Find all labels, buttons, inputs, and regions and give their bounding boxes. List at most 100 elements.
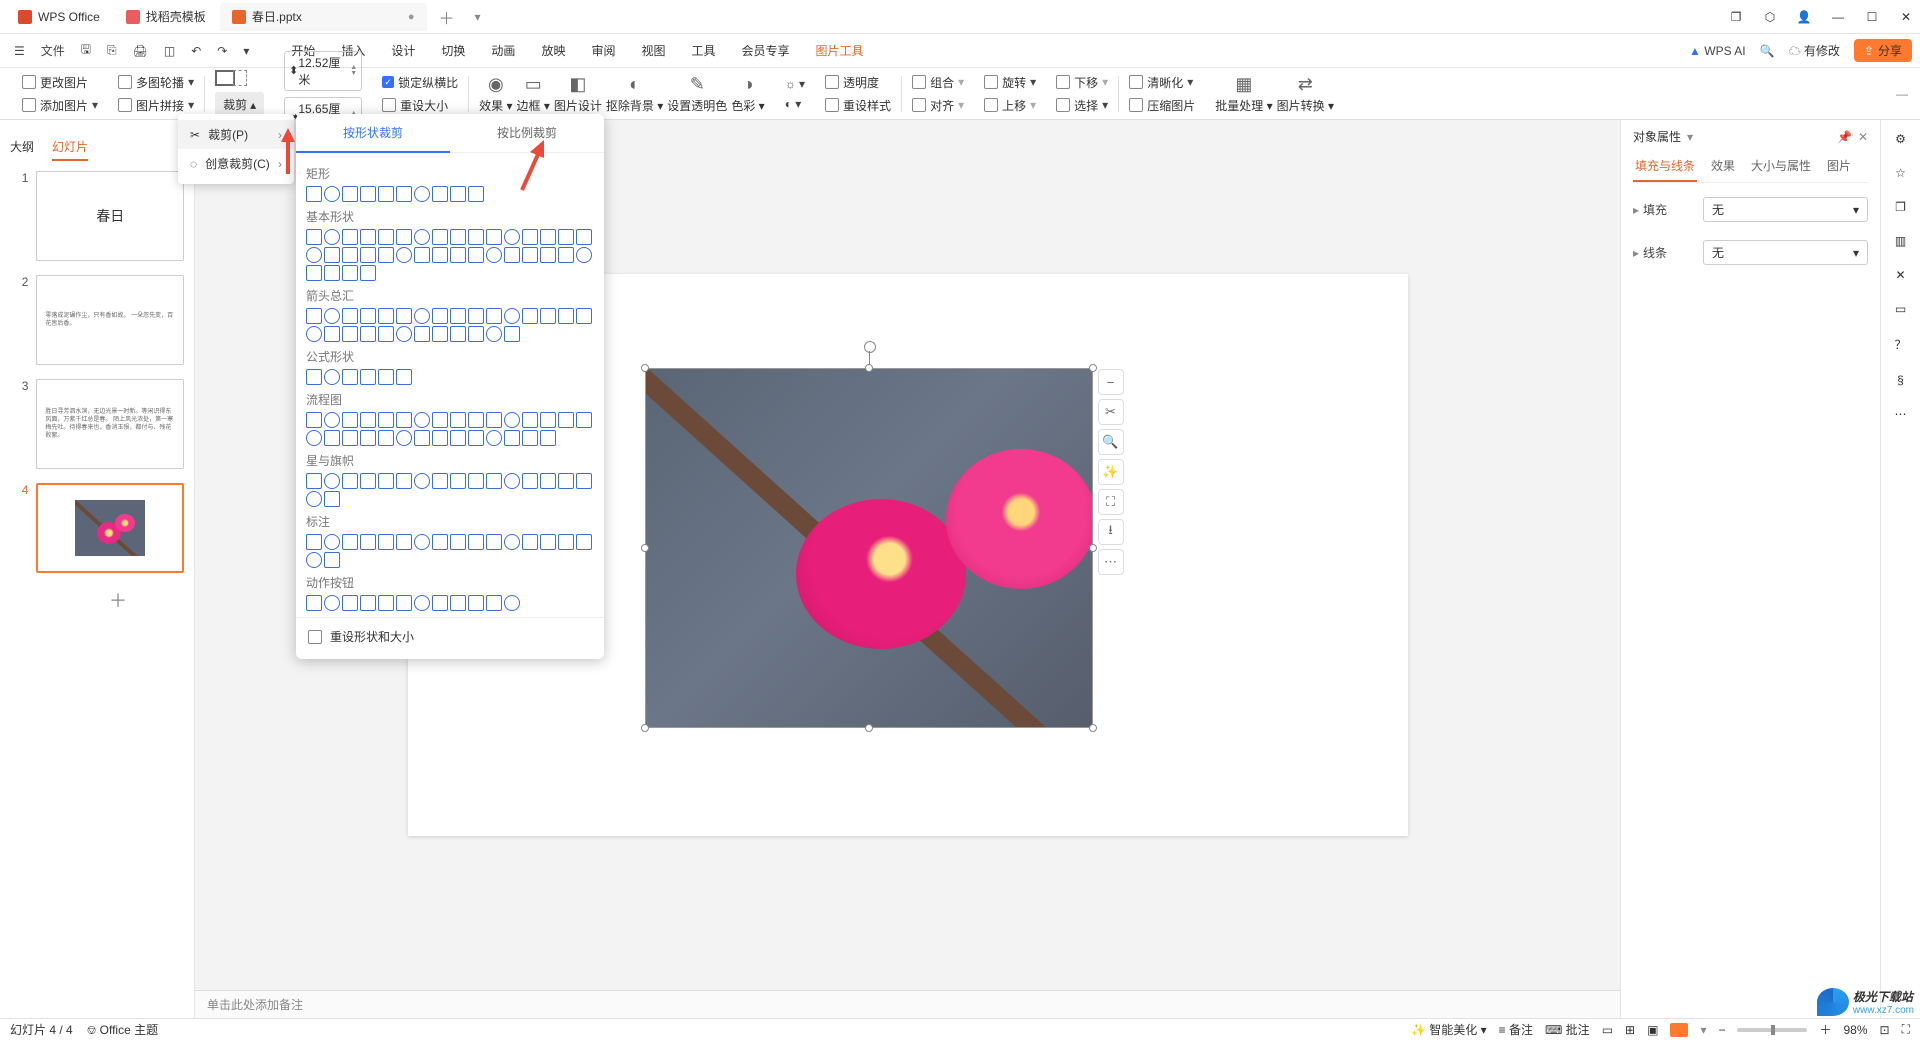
shape-option[interactable]: [468, 326, 484, 342]
shape-option[interactable]: [414, 247, 430, 263]
shape-option[interactable]: [558, 534, 574, 550]
shape-option[interactable]: [522, 229, 538, 245]
notes-pane[interactable]: 单击此处添加备注: [195, 990, 1620, 1018]
shape-option[interactable]: [504, 326, 520, 342]
rp-tab-fill[interactable]: 填充与线条: [1633, 151, 1697, 182]
shape-option[interactable]: [306, 430, 322, 446]
reset-shape-button[interactable]: 重设形状和大小: [296, 617, 604, 655]
shape-option[interactable]: [360, 326, 376, 342]
shape-option[interactable]: [342, 534, 358, 550]
shape-option[interactable]: [486, 473, 502, 489]
shape-option[interactable]: [378, 369, 394, 385]
shape-option[interactable]: [324, 247, 340, 263]
shape-option[interactable]: [378, 412, 394, 428]
set-transparent-button[interactable]: ✎设置透明色: [667, 74, 727, 114]
handle-b[interactable]: [865, 724, 873, 732]
rp-tab-size[interactable]: 大小与属性: [1749, 151, 1813, 182]
shape-option[interactable]: [576, 229, 592, 245]
shape-option[interactable]: [504, 534, 520, 550]
crop-icon-large[interactable]: [215, 70, 264, 86]
shape-option[interactable]: [540, 473, 556, 489]
shape-option[interactable]: [558, 229, 574, 245]
handle-l[interactable]: [641, 544, 649, 552]
shape-option[interactable]: [342, 369, 358, 385]
picture-join-button[interactable]: 图片拼接 ▾: [118, 97, 194, 114]
shape-option[interactable]: [360, 247, 376, 263]
shape-option[interactable]: [342, 595, 358, 611]
shape-option[interactable]: [378, 430, 394, 446]
shape-option[interactable]: [468, 473, 484, 489]
shape-option[interactable]: [504, 430, 520, 446]
crop-by-shape-tab[interactable]: 按形状裁剪: [296, 114, 450, 153]
shape-option[interactable]: [342, 412, 358, 428]
shape-option[interactable]: [558, 412, 574, 428]
shape-option[interactable]: [558, 308, 574, 324]
collapse-ribbon-icon[interactable]: —: [1896, 87, 1908, 101]
effects-button[interactable]: ◉效果 ▾: [479, 74, 512, 114]
color-button[interactable]: ◑色彩 ▾: [731, 74, 764, 114]
shape-option[interactable]: [486, 534, 502, 550]
tab-design[interactable]: 设计: [389, 36, 417, 65]
shape-option[interactable]: [450, 595, 466, 611]
maximize-button[interactable]: ☐: [1864, 10, 1880, 24]
rail-template-icon[interactable]: ▭: [1895, 302, 1906, 316]
rail-tools-icon[interactable]: ✕: [1895, 268, 1905, 282]
shape-option[interactable]: [378, 595, 394, 611]
shape-option[interactable]: [468, 186, 484, 202]
window-copy-icon[interactable]: ❐: [1728, 10, 1744, 24]
shape-option[interactable]: [432, 186, 448, 202]
handle-tl[interactable]: [641, 364, 649, 372]
more-qa-icon[interactable]: ▾: [237, 40, 255, 62]
rail-settings-icon[interactable]: ⚙: [1895, 132, 1906, 146]
shape-option[interactable]: [450, 247, 466, 263]
shape-option[interactable]: [396, 534, 412, 550]
print-preview-icon[interactable]: ⎘: [101, 39, 123, 62]
shape-option[interactable]: [306, 473, 322, 489]
shape-option[interactable]: [342, 473, 358, 489]
selected-image[interactable]: − ✂ 🔍 ✨ ⛶ ⭳ ⋯: [645, 368, 1093, 728]
shape-option[interactable]: [324, 326, 340, 342]
shape-option[interactable]: [414, 308, 430, 324]
tab-vip[interactable]: 会员专享: [740, 36, 792, 65]
shape-option[interactable]: [576, 247, 592, 263]
shape-option[interactable]: [414, 595, 430, 611]
view-reading-icon[interactable]: ▣: [1647, 1023, 1658, 1037]
modified-indicator[interactable]: ☁ 有修改: [1789, 42, 1840, 59]
rp-tab-effects[interactable]: 效果: [1709, 151, 1737, 182]
shape-option[interactable]: [432, 430, 448, 446]
rail-layers-icon[interactable]: ❐: [1895, 200, 1906, 214]
zoom-out-button[interactable]: −: [1718, 1023, 1725, 1037]
handle-br[interactable]: [1089, 724, 1097, 732]
shape-option[interactable]: [522, 430, 538, 446]
shape-option[interactable]: [324, 186, 340, 202]
shape-option[interactable]: [396, 326, 412, 342]
shape-option[interactable]: [522, 412, 538, 428]
shape-option[interactable]: [306, 369, 322, 385]
shape-option[interactable]: [396, 308, 412, 324]
shape-option[interactable]: [378, 534, 394, 550]
shape-option[interactable]: [504, 595, 520, 611]
shape-option[interactable]: [324, 308, 340, 324]
shape-option[interactable]: [522, 247, 538, 263]
print-icon[interactable]: 🖨: [127, 40, 154, 62]
beautify-button[interactable]: ✨ 智能美化 ▾: [1411, 1021, 1487, 1038]
shape-option[interactable]: [378, 308, 394, 324]
redo-icon[interactable]: ↷: [211, 40, 233, 62]
add-slide-button[interactable]: ＋: [38, 587, 195, 613]
fit-icon[interactable]: ⊡: [1880, 1023, 1890, 1037]
shape-option[interactable]: [540, 430, 556, 446]
shape-option[interactable]: [432, 473, 448, 489]
shape-option[interactable]: [342, 247, 358, 263]
share-button[interactable]: ⇪ 分享: [1854, 39, 1912, 62]
handle-r[interactable]: [1089, 544, 1097, 552]
shape-option[interactable]: [486, 430, 502, 446]
height-input[interactable]: ⬍ 12.52厘米▲▼: [284, 51, 362, 91]
shape-option[interactable]: [306, 534, 322, 550]
ft-more[interactable]: ⋯: [1098, 549, 1124, 575]
file-menu[interactable]: 文件: [35, 38, 71, 63]
reset-size-button[interactable]: 重设大小: [382, 97, 458, 114]
wps-ai-button[interactable]: ▲ WPS AI: [1689, 44, 1746, 58]
tab-tools[interactable]: 工具: [689, 36, 717, 65]
menu-icon[interactable]: ☰: [8, 40, 31, 62]
align-dropdown[interactable]: 对齐 ▾: [912, 97, 964, 114]
